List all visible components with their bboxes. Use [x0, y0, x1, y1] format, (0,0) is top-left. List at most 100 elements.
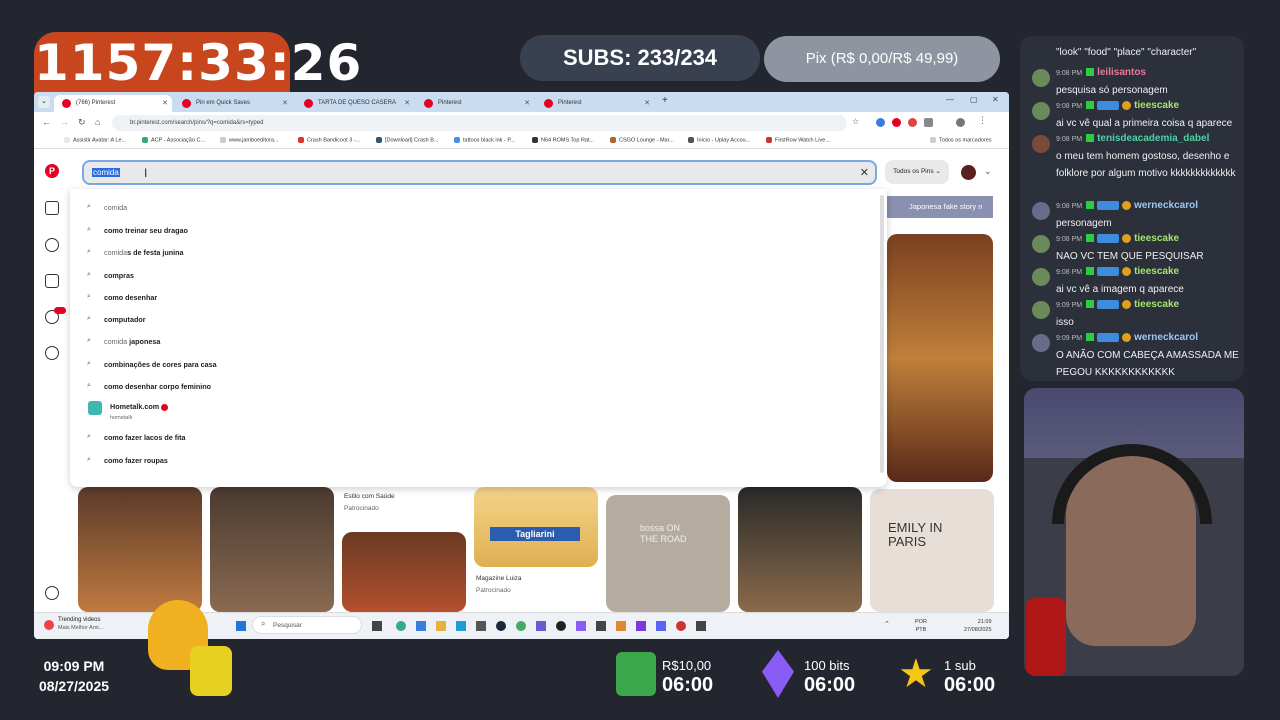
taskbar-clock[interactable]: 21:09 27/08/2025 [964, 618, 992, 634]
language-indicator[interactable]: POR PTB [915, 618, 927, 634]
suggestion-item[interactable]: ⌕ como fazer roupas [87, 456, 168, 465]
avatar[interactable] [961, 165, 976, 180]
reload-icon[interactable]: ↻ [78, 117, 86, 128]
pin-card[interactable]: EMILY IN PARIS [870, 489, 994, 612]
account-chevron-down-icon[interactable]: ⌄ [984, 166, 992, 177]
app-icon[interactable] [476, 621, 486, 631]
twitch-icon[interactable] [636, 621, 646, 631]
bookmark-item[interactable]: tattoos black ink - P... [454, 137, 515, 143]
address-bar[interactable]: br.pinterest.com/search/pins/?q=comida&r… [112, 115, 847, 131]
file-explorer-icon[interactable] [436, 621, 446, 631]
bookmark-item[interactable]: [Download] Crash B... [376, 137, 439, 143]
forward-icon[interactable]: → [60, 117, 69, 127]
pinterest-search-input[interactable]: comida I ✕ [82, 160, 877, 185]
home-icon[interactable] [45, 201, 59, 215]
app-icon[interactable] [516, 621, 526, 631]
windows-start-icon[interactable] [236, 621, 246, 631]
pin-title[interactable]: Magazine Luiza [476, 575, 522, 582]
suggestion-item[interactable]: ⌕ como desenhar [87, 293, 157, 302]
tab-pinterest-3[interactable]: Pinterest ✕ [536, 95, 654, 112]
close-tab-icon[interactable]: ✕ [524, 95, 530, 112]
pin-card[interactable] [210, 487, 334, 612]
all-bookmarks[interactable]: Todos os marcadores [930, 137, 992, 143]
suggestion-item[interactable]: ⌕ comidas de festa junina [87, 248, 184, 257]
back-icon[interactable]: ← [42, 117, 51, 127]
tab-pinterest-2[interactable]: Pinterest ✕ [416, 95, 534, 112]
app-icon[interactable] [676, 621, 686, 631]
suggestion-item[interactable]: ⌕ comida japonesa [87, 337, 160, 346]
tab-tarta[interactable]: TARTA DE QUESO CASERA ✕ [296, 95, 414, 112]
pin-card[interactable] [887, 234, 993, 482]
puzzle-extensions-icon[interactable] [924, 118, 933, 127]
pin-title[interactable]: Estilo com Saúde [344, 493, 395, 500]
account-suggestion[interactable]: Hometalk.com [110, 402, 169, 411]
maximize-icon[interactable]: ▢ [970, 95, 978, 104]
app-icon[interactable] [616, 621, 626, 631]
app-icon[interactable] [696, 621, 706, 631]
trending-title[interactable]: Trending videos [58, 617, 100, 623]
explore-compass-icon[interactable] [45, 238, 59, 252]
suggestion-item[interactable]: ⌕ como desenhar corpo feminino [87, 382, 211, 391]
tab-quick-saves[interactable]: Pin em Quick Saves ✕ [174, 95, 292, 112]
chat-user[interactable]: tieescake [1134, 233, 1179, 244]
chat-user[interactable]: tenisdeacademia_dabel [1097, 133, 1209, 144]
extension-icon[interactable] [908, 118, 917, 127]
bookmark-item[interactable]: CSGO Lounge - Mar... [610, 137, 674, 143]
chat-user[interactable]: leilisantos [1097, 67, 1146, 78]
app-icon[interactable] [456, 621, 466, 631]
suggestion-item[interactable]: ⌕ como fazer lacos de fita [87, 433, 185, 442]
taskbar-search[interactable]: ⌕ Pesquisar [252, 616, 362, 634]
clear-search-icon[interactable]: ✕ [860, 166, 869, 179]
obs-icon[interactable] [556, 621, 566, 631]
suggestion-item[interactable]: ⌕ como treinar seu dragao [87, 226, 188, 235]
pin-card[interactable]: bossa ON THE ROAD [606, 495, 730, 612]
tab-pinterest-active[interactable]: (766) Pinterest ✕ [54, 95, 172, 112]
bookmark-item[interactable]: N64 ROMS Top Rat... [532, 137, 594, 143]
pin-card[interactable] [78, 487, 202, 612]
pin-card[interactable] [342, 532, 466, 612]
chat-user[interactable]: werneckcarol [1134, 200, 1198, 211]
suggestion-item[interactable]: ⌕ computador [87, 315, 146, 324]
side-pin-title[interactable]: Japonesa fake story n [887, 196, 993, 218]
minimize-icon[interactable]: — [946, 95, 954, 104]
discord-icon[interactable] [656, 621, 666, 631]
messages-icon[interactable] [45, 346, 59, 360]
settings-gear-icon[interactable] [45, 586, 59, 600]
close-tab-icon[interactable]: ✕ [644, 95, 650, 112]
close-tab-icon[interactable]: ✕ [282, 95, 288, 112]
create-plus-icon[interactable] [45, 274, 59, 288]
extension-icon[interactable] [876, 118, 885, 127]
pin-card[interactable]: Tagliarini [474, 487, 598, 567]
pin-filter-dropdown[interactable]: Todos os Pins ⌄ [885, 160, 949, 184]
chat-user[interactable]: tieescake [1134, 100, 1179, 111]
chat-user[interactable]: werneckcarol [1134, 332, 1198, 343]
close-tab-icon[interactable]: ✕ [162, 95, 168, 112]
bookmark-item[interactable]: Início - Uplay Accou... [688, 137, 750, 143]
pinterest-logo-icon[interactable]: P [45, 164, 59, 178]
app-icon[interactable] [536, 621, 546, 631]
bookmark-item[interactable]: Crash Bandicoot 3 -... [298, 137, 360, 143]
profile-icon[interactable] [956, 118, 965, 127]
task-view-icon[interactable] [372, 621, 382, 631]
app-icon[interactable] [416, 621, 426, 631]
suggestion-item[interactable]: ⌕ comida [87, 203, 127, 212]
bookmark-item[interactable]: ACP - Associação C... [142, 137, 205, 143]
suggestion-item[interactable]: ⌕ combinações de cores para casa [87, 360, 217, 369]
suggestion-item[interactable]: ⌕ compras [87, 271, 134, 280]
steam-icon[interactable] [496, 621, 506, 631]
chrome-icon[interactable] [396, 621, 406, 631]
chat-user[interactable]: tieescake [1134, 266, 1179, 277]
tab-list-icon[interactable]: ⌄ [38, 96, 50, 108]
star-bookmark-icon[interactable]: ☆ [852, 117, 859, 126]
chat-user[interactable]: tieescake [1134, 299, 1179, 310]
scrollbar[interactable] [880, 195, 884, 473]
app-icon[interactable] [576, 621, 586, 631]
tray-chevron-up-icon[interactable]: ⌃ [884, 620, 890, 628]
menu-kebab-icon[interactable]: ⋮ [978, 115, 987, 126]
bookmark-item[interactable]: Assistir Avatar: A Le... [64, 137, 126, 143]
bookmark-item[interactable]: www.jamboeditora... [220, 137, 279, 143]
close-window-icon[interactable]: ✕ [992, 95, 999, 104]
bookmark-item[interactable]: FirstRow Watch Live... [766, 137, 830, 143]
app-icon[interactable] [596, 621, 606, 631]
new-tab-button[interactable]: + [662, 95, 668, 106]
